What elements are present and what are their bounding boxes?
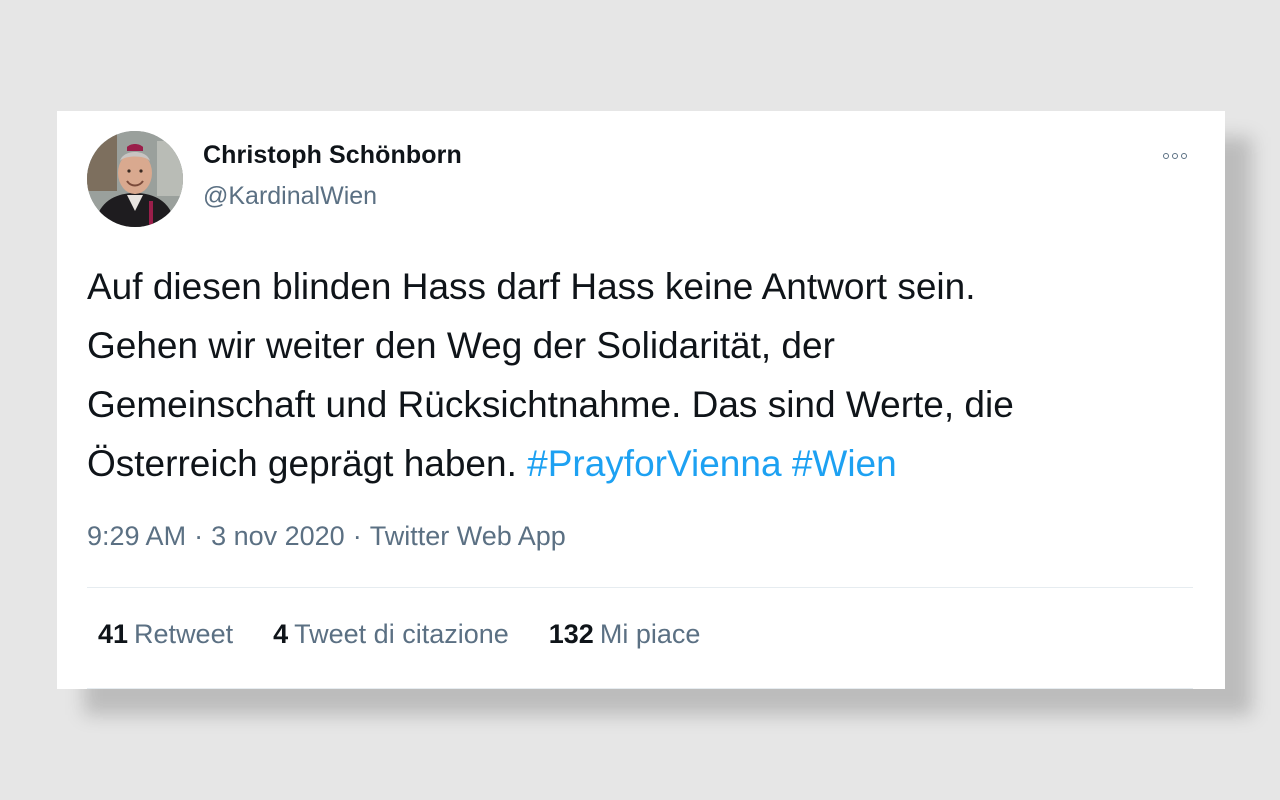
like-stat[interactable]: 132 Mi piace bbox=[549, 619, 701, 650]
tweet-stats: 41 Retweet 4 Tweet di citazione 132 Mi piac… bbox=[98, 619, 700, 650]
author-name[interactable]: Christoph Schönborn bbox=[203, 141, 462, 170]
author-handle[interactable]: @KardinalWien bbox=[203, 182, 377, 211]
tweet-text-line: Gemeinschaft und Rücksichtnahme. Das sin… bbox=[87, 384, 1014, 425]
quote-count: 4 bbox=[273, 619, 289, 649]
tweet-text: Auf diesen blinden Hass darf Hass keine … bbox=[87, 257, 1187, 493]
hashtag-prayforvienna[interactable]: #PrayforVienna bbox=[527, 443, 781, 484]
more-options-button[interactable] bbox=[1155, 145, 1195, 167]
tweet-source[interactable]: Twitter Web App bbox=[370, 521, 566, 551]
tweet-text-line-last: Österreich geprägt haben. #PrayforVienna… bbox=[87, 434, 1187, 493]
hashtag-wien[interactable]: #Wien bbox=[792, 443, 897, 484]
retweet-count: 41 bbox=[98, 619, 129, 649]
more-options-icon bbox=[1181, 153, 1187, 159]
retweet-label: Retweet bbox=[134, 619, 234, 649]
tweet-time[interactable]: 9:29 AM bbox=[87, 521, 186, 551]
divider bbox=[87, 688, 1193, 689]
quote-label: Tweet di citazione bbox=[294, 619, 509, 649]
more-options-icon bbox=[1172, 153, 1178, 159]
like-count: 132 bbox=[548, 619, 594, 649]
avatar-image bbox=[87, 131, 183, 227]
tweet-card: Christoph Schönborn @KardinalWien Auf di… bbox=[57, 111, 1225, 689]
tweet-date[interactable]: 3 nov 2020 bbox=[211, 521, 345, 551]
separator: · bbox=[352, 521, 362, 551]
tweet-meta: 9:29 AM · 3 nov 2020 · Twitter Web App bbox=[87, 521, 566, 552]
avatar[interactable] bbox=[87, 131, 183, 227]
more-options-icon bbox=[1163, 153, 1169, 159]
like-label: Mi piace bbox=[599, 619, 701, 649]
divider bbox=[87, 587, 1193, 588]
retweet-stat[interactable]: 41 Retweet bbox=[98, 619, 233, 650]
tweet-text-line: Gehen wir weiter den Weg der Solidarität… bbox=[87, 325, 835, 366]
separator: · bbox=[194, 521, 204, 551]
tweet-text-line: Auf diesen blinden Hass darf Hass keine … bbox=[87, 266, 976, 307]
quote-stat[interactable]: 4 Tweet di citazione bbox=[273, 619, 509, 650]
tweet-text-line: Österreich geprägt haben. bbox=[87, 443, 528, 484]
